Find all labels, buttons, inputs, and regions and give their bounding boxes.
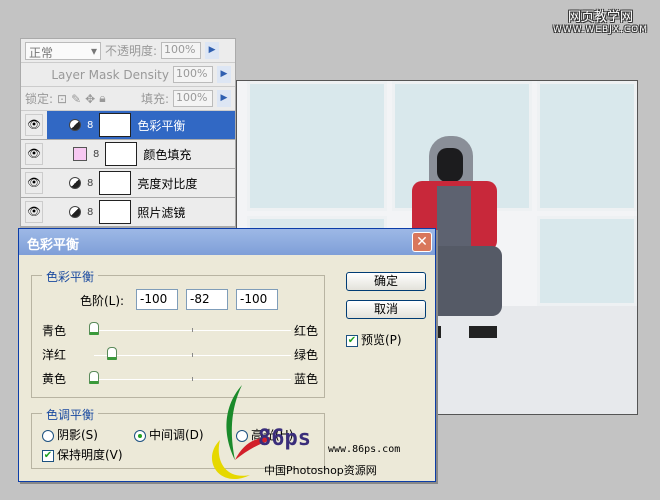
blend-mode-value: 正常 bbox=[29, 45, 54, 60]
slider-knob[interactable] bbox=[89, 322, 99, 335]
logo-brand: 86ps bbox=[258, 426, 311, 451]
layer-row[interactable]: 👁︎ 8 照片滤镜 bbox=[21, 198, 235, 227]
slider-right-label: 红色 bbox=[294, 324, 319, 338]
chevron-down-icon: ▾ bbox=[90, 43, 97, 58]
slider-right-label: 绿色 bbox=[294, 348, 319, 362]
window-pane bbox=[247, 81, 387, 211]
watermark: 网页教学网 WWW.WEBJX.COM bbox=[553, 6, 648, 35]
watermark-title: 网页教学网 bbox=[567, 10, 633, 25]
layer-name: 亮度对比度 bbox=[137, 176, 198, 191]
mask-thumbnail bbox=[105, 142, 138, 166]
level-cyan-red-input[interactable]: -100 bbox=[136, 289, 178, 310]
fill-arrow-icon[interactable]: ▶ bbox=[217, 90, 231, 107]
slider-left-label: 洋红 bbox=[42, 348, 67, 362]
cancel-button[interactable]: 取消 bbox=[346, 300, 426, 319]
dialog-title: 色彩平衡 bbox=[27, 238, 80, 253]
slider-track[interactable] bbox=[89, 322, 291, 335]
blend-mode-select[interactable]: 正常 ▾ bbox=[25, 41, 101, 60]
window-pane bbox=[537, 81, 637, 211]
layer-row[interactable]: 👁︎ 8 颜色填充 bbox=[21, 140, 235, 169]
fill-label: 填充: bbox=[140, 92, 169, 106]
lock-all-icon[interactable]: 🔒︎ bbox=[99, 91, 105, 106]
levels-label: 色阶(L): bbox=[80, 294, 125, 308]
shadows-radio[interactable]: 阴影(S) bbox=[42, 426, 98, 443]
fill-swatch bbox=[73, 147, 87, 161]
group-label: 色彩平衡 bbox=[42, 268, 99, 285]
level-yellow-blue-input[interactable]: -100 bbox=[236, 289, 278, 310]
mask-thumbnail bbox=[99, 171, 132, 195]
midtones-radio[interactable]: 中间调(D) bbox=[134, 426, 204, 443]
eye-icon[interactable]: 👁︎ bbox=[25, 143, 43, 165]
slider-left-label: 黄色 bbox=[42, 372, 67, 386]
adjustment-icon bbox=[69, 119, 81, 131]
layer-name: 照片滤镜 bbox=[137, 205, 186, 220]
preview-checkbox[interactable]: ✔ 预览(P) bbox=[346, 331, 402, 348]
radio-label: 中间调(D) bbox=[149, 428, 204, 442]
layer-row[interactable]: 👁︎ 8 亮度对比度 bbox=[21, 169, 235, 198]
mask-thumbnail bbox=[99, 200, 132, 224]
close-icon[interactable]: ✕ bbox=[412, 232, 432, 252]
color-balance-group: 色彩平衡 色阶(L): -100 -82 -100 青色 红色 洋红 绿色 黄色… bbox=[31, 268, 325, 398]
slider-track[interactable] bbox=[94, 347, 291, 360]
lock-label: 锁定: bbox=[25, 92, 54, 106]
eye-icon[interactable]: 👁︎ bbox=[25, 172, 43, 194]
lock-move-icon[interactable]: ✥ bbox=[85, 92, 95, 106]
watermark-url: WWW.WEBJX.COM bbox=[552, 25, 648, 35]
checkmark-icon: ✔ bbox=[346, 334, 358, 347]
link-icon: 8 bbox=[87, 206, 94, 218]
mask-density-input[interactable]: 100% bbox=[173, 66, 213, 83]
logo-tagline: 中国Photoshop资源网 bbox=[264, 464, 377, 477]
preserve-luminosity-checkbox[interactable]: ✔ 保持明度(V) bbox=[42, 446, 123, 463]
radio-circle bbox=[134, 429, 146, 442]
adjustment-icon bbox=[69, 206, 81, 218]
slider-knob[interactable] bbox=[89, 371, 99, 384]
lock-transparency-icon[interactable]: ⊡ bbox=[57, 92, 67, 106]
eye-icon[interactable]: 👁︎ bbox=[25, 201, 43, 223]
window-pane bbox=[537, 216, 637, 306]
slider-left-label: 青色 bbox=[42, 324, 67, 338]
layer-name: 色彩平衡 bbox=[137, 118, 186, 133]
opacity-input[interactable]: 100% bbox=[161, 42, 202, 59]
radio-label: 阴影(S) bbox=[57, 428, 98, 442]
fill-input[interactable]: 100% bbox=[173, 90, 213, 107]
slider-knob[interactable] bbox=[106, 347, 117, 360]
logo-url: www.86ps.com bbox=[328, 444, 401, 455]
eye-icon[interactable]: 👁︎ bbox=[25, 114, 43, 136]
opacity-arrow-icon[interactable]: ▶ bbox=[205, 42, 220, 59]
mask-density-arrow-icon[interactable]: ▶ bbox=[217, 66, 231, 83]
layer-name: 颜色填充 bbox=[143, 147, 192, 162]
mask-thumbnail bbox=[99, 113, 132, 137]
radio-circle bbox=[42, 429, 54, 442]
opacity-label: 不透明度: bbox=[105, 44, 158, 58]
link-icon: 8 bbox=[93, 148, 100, 160]
link-icon: 8 bbox=[87, 119, 94, 131]
lock-brush-icon[interactable]: ✎ bbox=[71, 92, 81, 106]
checkbox-label: 预览(P) bbox=[361, 333, 402, 347]
slider-right-label: 蓝色 bbox=[294, 372, 319, 386]
mask-density-label: Layer Mask Density bbox=[51, 67, 169, 82]
layers-panel: 正常 ▾ 不透明度: 100% ▶ Layer Mask Density 100%… bbox=[20, 38, 236, 228]
link-icon: 8 bbox=[87, 177, 94, 189]
group-label: 色调平衡 bbox=[42, 406, 99, 423]
level-magenta-green-input[interactable]: -82 bbox=[186, 289, 228, 310]
adjustment-icon bbox=[69, 177, 81, 189]
dialog-titlebar[interactable]: 色彩平衡 ✕ bbox=[19, 229, 435, 255]
checkbox-label: 保持明度(V) bbox=[57, 448, 123, 462]
checkmark-icon: ✔ bbox=[42, 449, 54, 462]
ok-button[interactable]: 确定 bbox=[346, 272, 426, 291]
layer-row[interactable]: 👁︎ 8 色彩平衡 bbox=[21, 111, 235, 140]
